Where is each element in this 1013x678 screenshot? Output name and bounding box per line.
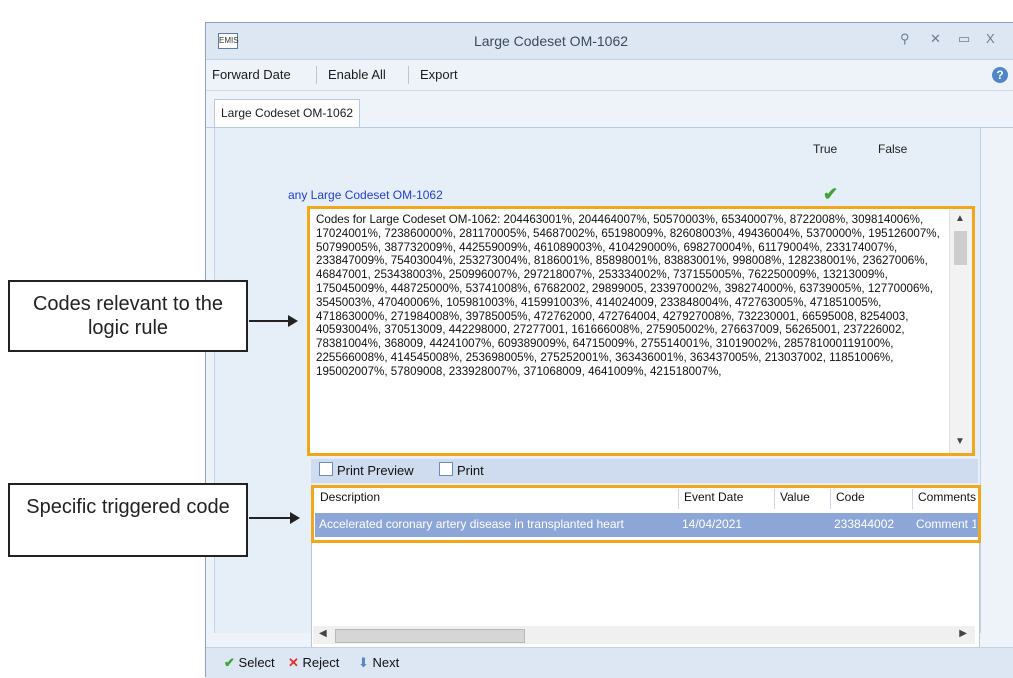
codeset-window: EMIS Large Codeset OM-1062 ⚲ ✕ ▭ X Forwa… (205, 22, 1013, 678)
reject-button[interactable]: ✕ Reject (288, 655, 339, 671)
callout-arrow-head (288, 315, 298, 327)
scroll-up-icon[interactable]: ▲ (955, 213, 965, 224)
tab-strip: Large Codeset OM-1062 (206, 91, 1013, 128)
callout-arrow-line (249, 517, 291, 519)
scroll-thumb[interactable] (954, 231, 967, 265)
scroll-right-icon[interactable]: ▶ (959, 628, 967, 639)
print-preview-label: Print Preview (337, 463, 414, 478)
reject-x-icon: ✕ (288, 655, 299, 670)
callout-arrow-head (290, 512, 300, 524)
next-arrow-icon: ⬇ (358, 655, 369, 670)
callout-codes-text: Codes relevant to the logic rule (32, 293, 224, 339)
green-check-icon: ✔ (823, 184, 839, 204)
restore-icon[interactable]: ✕ (930, 31, 941, 47)
print-preview-icon (319, 462, 333, 476)
printer-icon (439, 462, 453, 476)
grid-horizontal-scrollbar[interactable]: ◀ ▶ (313, 626, 975, 644)
rule-label[interactable]: any Large Codeset OM-1062 (288, 188, 443, 202)
forward-date-button[interactable]: Forward Date (206, 60, 297, 90)
toolbar-divider (316, 66, 317, 84)
help-icon[interactable]: ? (992, 67, 1008, 83)
title-bar: EMIS Large Codeset OM-1062 ⚲ ✕ ▭ X (206, 23, 1013, 60)
scroll-down-icon[interactable]: ▼ (955, 436, 965, 447)
codes-vertical-scrollbar[interactable]: ▲ ▼ (949, 209, 972, 453)
pin-icon[interactable]: ⚲ (900, 31, 910, 47)
codes-list: Codes for Large Codeset OM-1062: 2044630… (316, 213, 940, 378)
next-label: Next (372, 655, 400, 670)
export-button[interactable]: Export (414, 60, 464, 90)
select-button[interactable]: ✔ Select (224, 655, 275, 671)
window-title: Large Codeset OM-1062 (473, 33, 629, 49)
reject-label: Reject (302, 655, 340, 670)
scroll-left-icon[interactable]: ◀ (319, 628, 327, 639)
select-label: Select (238, 655, 275, 670)
callout-arrow-line (249, 320, 289, 322)
callout-triggered-text: Specific triggered code (26, 496, 230, 518)
print-button[interactable]: Print (439, 462, 484, 478)
toolbar: Forward Date Enable All Export ? (206, 60, 1013, 91)
codes-textarea[interactable]: Codes for Large Codeset OM-1062: 2044630… (307, 206, 975, 456)
print-bar: Print Preview Print (311, 459, 978, 483)
enable-all-button[interactable]: Enable All (322, 60, 392, 90)
print-label: Print (457, 463, 484, 478)
callout-codes-relevant: Codes relevant to the logic rule (8, 280, 248, 352)
maximize-icon[interactable]: ▭ (958, 31, 970, 47)
toolbar-divider (408, 66, 409, 84)
triggered-code-highlight (311, 485, 981, 543)
rule-panel: True False any Large Codeset OM-1062 ✔ C… (214, 128, 981, 657)
horizontal-scroll-thumb[interactable] (335, 629, 525, 643)
true-column-header: True (813, 142, 838, 156)
next-button[interactable]: ⬇ Next (358, 655, 399, 671)
false-column-header: False (878, 142, 908, 156)
close-icon[interactable]: X (986, 31, 995, 46)
callout-triggered-code: Specific triggered code (8, 483, 248, 557)
print-preview-button[interactable]: Print Preview (319, 462, 414, 478)
status-bar: ✔ Select ✕ Reject ⬇ Next (206, 647, 1013, 678)
select-check-icon: ✔ (224, 655, 235, 670)
tab-large-codeset[interactable]: Large Codeset OM-1062 (214, 99, 361, 127)
